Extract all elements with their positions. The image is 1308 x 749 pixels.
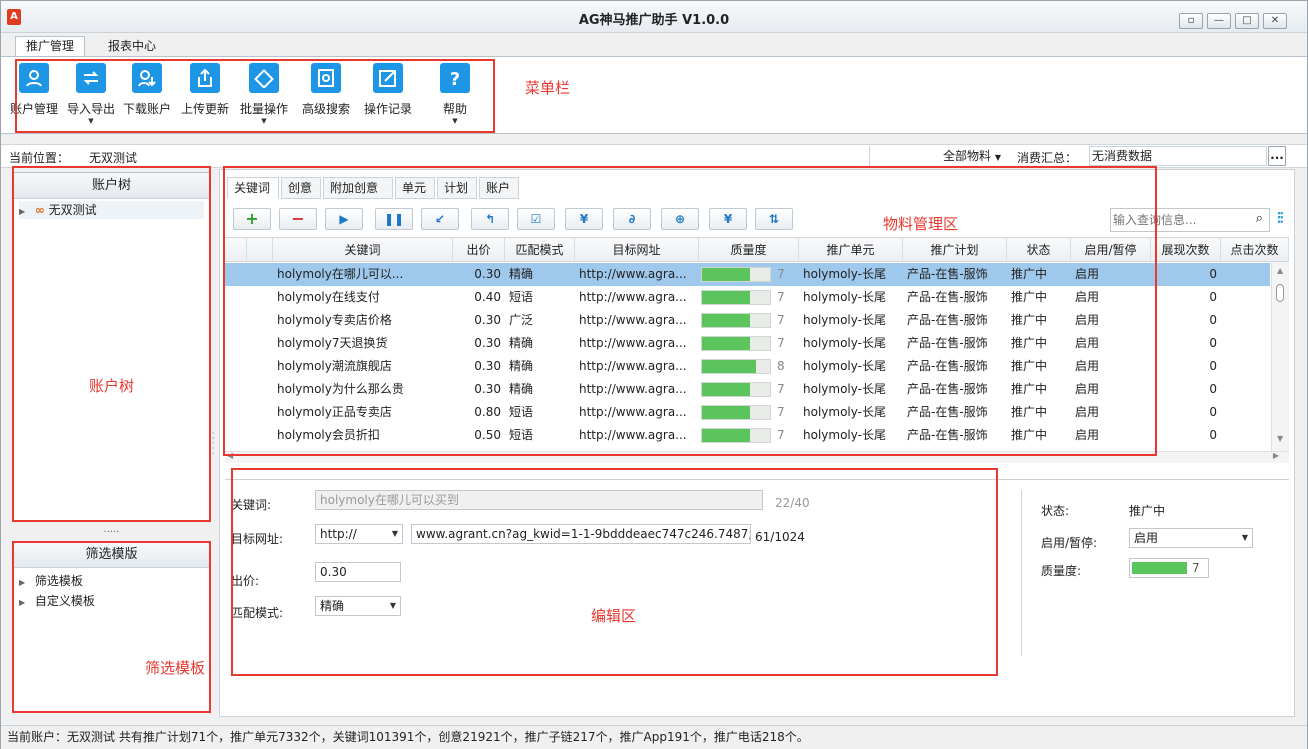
- material-annotation-label: 物料管理区: [883, 215, 959, 233]
- vertical-splitter[interactable]: · · · · ·: [212, 430, 216, 461]
- cell-impressions: 0: [1209, 336, 1217, 350]
- quality-fill: [1132, 562, 1187, 574]
- enable-label: 启用/暂停:: [1041, 536, 1098, 550]
- tab-report-center[interactable]: 报表中心: [97, 36, 167, 56]
- window-title: AG神马推广助手 V1.0.0: [578, 13, 730, 28]
- column-header[interactable]: 展现次数: [1151, 238, 1221, 262]
- menu-annotation-box: [15, 59, 495, 133]
- maximize-button[interactable]: □: [1235, 13, 1259, 29]
- tab-promotion-management[interactable]: 推广管理: [15, 36, 86, 56]
- enable-value: 启用: [1134, 531, 1159, 545]
- material-filter-value: 全部物料: [943, 149, 992, 163]
- account-tree-annotation-box: [12, 166, 211, 522]
- scroll-up-icon[interactable]: ▲: [1277, 266, 1283, 275]
- scroll-right-icon[interactable]: ▶: [1273, 451, 1279, 460]
- quality-meter: 7: [1129, 558, 1209, 578]
- minimize-button[interactable]: —: [1207, 13, 1231, 29]
- enable-select[interactable]: 启用 ▼: [1129, 528, 1253, 548]
- table-scrollbar[interactable]: ▲ ▼: [1271, 262, 1289, 451]
- main-tabs: 推广管理 报表中心: [1, 34, 1307, 56]
- editor-divider: [1021, 490, 1022, 656]
- close-button[interactable]: ✕: [1263, 13, 1287, 29]
- spend-value-field: 无消费数据: [1089, 146, 1267, 166]
- quality-value: 7: [1192, 561, 1200, 575]
- columns-icon[interactable]: ⫶⫶: [1277, 209, 1283, 227]
- editor-annotation-box: [231, 468, 998, 676]
- cell-impressions: 0: [1209, 267, 1217, 281]
- restore-icon[interactable]: ▫: [1179, 13, 1203, 29]
- status-value: 推广中: [1129, 504, 1166, 518]
- material-filter-select[interactable]: 全部物料 ▼: [869, 146, 1009, 166]
- panel-splitter[interactable]: .....: [12, 524, 211, 536]
- scroll-down-icon[interactable]: ▼: [1277, 434, 1283, 443]
- spend-label: 消费汇总：: [1017, 151, 1078, 165]
- cell-impressions: 0: [1209, 428, 1217, 442]
- location-value: 无双测试: [89, 151, 138, 165]
- chevron-down-icon: ▼: [1241, 533, 1248, 542]
- cell-impressions: 0: [1209, 290, 1217, 304]
- spend-more-button[interactable]: ...: [1268, 146, 1286, 166]
- cell-impressions: 0: [1209, 405, 1217, 419]
- location-bar: 当前位置： 无双测试 全部物料 ▼ 消费汇总： 无消费数据 ...: [1, 144, 1307, 168]
- editor-annotation-label: 编辑区: [591, 607, 637, 625]
- title-bar: A AG神马推广助手 V1.0.0 ▫ — □ ✕: [1, 1, 1307, 33]
- quality-label: 质量度:: [1041, 564, 1082, 578]
- column-header[interactable]: 点击次数: [1221, 238, 1289, 262]
- filter-annotation-box: [12, 541, 211, 713]
- filter-annotation-label: 筛选模板: [145, 659, 206, 677]
- search-icon[interactable]: ⌕: [1256, 211, 1263, 226]
- location-label: 当前位置：: [9, 151, 70, 165]
- app-window: A AG神马推广助手 V1.0.0 ▫ — □ ✕ 推广管理 报表中心 账户管理…: [0, 0, 1308, 749]
- account-tree-annotation-label: 账户树: [89, 377, 135, 395]
- cell-impressions: 0: [1209, 359, 1217, 373]
- material-annotation-box: [223, 166, 1157, 456]
- scroll-thumb[interactable]: [1276, 284, 1284, 302]
- cell-impressions: 0: [1209, 313, 1217, 327]
- status-label: 状态:: [1041, 504, 1070, 518]
- status-bar: 当前账户：无双测试 共有推广计划71个，推广单元7332个，关键词101391个…: [1, 725, 1307, 749]
- cell-impressions: 0: [1209, 382, 1217, 396]
- menu-annotation-label: 菜单栏: [525, 79, 571, 97]
- chevron-down-icon: ▼: [994, 153, 1001, 162]
